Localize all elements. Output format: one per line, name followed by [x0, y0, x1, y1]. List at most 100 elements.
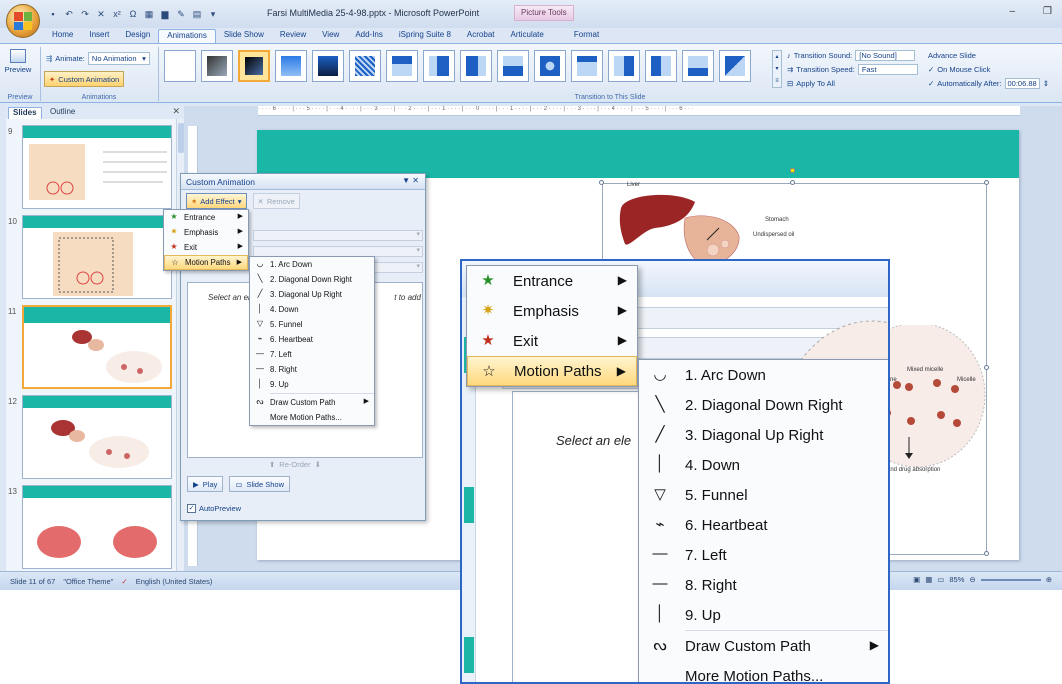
zoom-more-motion-paths[interactable]: More Motion Paths...	[639, 661, 888, 683]
zoom-slider[interactable]	[980, 578, 1041, 581]
transition-speed-select[interactable]: Fast	[857, 63, 918, 75]
zoom-motion-path-down[interactable]: │ 4. Down	[639, 450, 888, 480]
tab-format[interactable]: Format	[566, 29, 607, 43]
add-effect-button[interactable]: ✶ Add Effect ▾	[186, 193, 247, 209]
undo-icon[interactable]: ↶	[62, 7, 76, 21]
normal-view-icon[interactable]: ▣	[913, 575, 920, 584]
tab-review[interactable]: Review	[272, 29, 314, 43]
transition-none[interactable]	[164, 50, 196, 82]
customize-qat-icon[interactable]: ▾	[206, 7, 220, 21]
zoom-motion-path-right[interactable]: — 8. Right	[639, 570, 888, 600]
slides-icon[interactable]: ▤	[190, 7, 204, 21]
resize-handle[interactable]	[599, 180, 604, 185]
preview-button[interactable]: Preview	[4, 48, 32, 86]
transition-wipe-up[interactable]	[497, 50, 529, 82]
title-handle[interactable]	[790, 168, 795, 173]
transition-push-up[interactable]	[682, 50, 714, 82]
move-down-icon[interactable]: ⬇	[315, 460, 321, 469]
format-icon[interactable]: ✎	[174, 7, 188, 21]
superscript-icon[interactable]: x²	[110, 7, 124, 21]
tab-add-ins[interactable]: Add-Ins	[347, 29, 391, 43]
transition-sound-select[interactable]: [No Sound]	[855, 49, 916, 61]
motion-path-diagonal-up-right[interactable]: ╱ 3. Diagonal Up Right	[250, 287, 374, 302]
transition-push-right[interactable]	[645, 50, 677, 82]
resize-handle[interactable]	[984, 551, 989, 556]
zoom-motion-path-heartbeat[interactable]: ⌁ 6. Heartbeat	[639, 510, 888, 540]
save-icon[interactable]: ▪	[46, 7, 60, 21]
minimize-icon[interactable]: –	[1009, 6, 1015, 17]
motion-path-down[interactable]: │ 4. Down	[250, 302, 374, 317]
autopreview-option[interactable]: ✓ AutoPreview	[187, 504, 241, 513]
slide-thumbnail-selected[interactable]	[22, 305, 172, 389]
motion-path-funnel[interactable]: ▽ 5. Funnel	[250, 317, 374, 332]
close-icon[interactable]: ✕	[412, 176, 419, 185]
slideshow-view-icon[interactable]: ▭	[937, 575, 944, 584]
close-small-icon[interactable]: ✕	[94, 7, 108, 21]
language[interactable]: English (United States)	[136, 577, 213, 586]
spellcheck-icon[interactable]: ✓	[121, 577, 127, 586]
transition-fade-black[interactable]	[238, 50, 270, 82]
tab-animations[interactable]: Animations	[158, 29, 216, 43]
spinner-icon[interactable]: ⇕	[1043, 79, 1049, 88]
tab-slides[interactable]: Slides	[8, 107, 42, 119]
custom-animation-button[interactable]: ✦ Custom Animation	[44, 71, 125, 87]
zoom-in-icon[interactable]: ⊕	[1046, 575, 1052, 584]
zoom-motion-path-up[interactable]: │ 9. Up	[639, 600, 888, 630]
motion-path-diagonal-down-right[interactable]: ╲ 2. Diagonal Down Right	[250, 272, 374, 287]
zoom-menu-item-emphasis[interactable]: ✷ Emphasis ▶	[467, 296, 637, 326]
transition-split[interactable]	[534, 50, 566, 82]
zoom-motion-path-arc-down[interactable]: ◡ 1. Arc Down	[639, 360, 888, 390]
zoom-motion-path-left[interactable]: — 7. Left	[639, 540, 888, 570]
transition-dissolve[interactable]	[349, 50, 381, 82]
gallery-scroll[interactable]: ▴ ▾ ≡	[772, 50, 782, 88]
tab-outline[interactable]: Outline	[46, 107, 79, 119]
pane-menu-icon[interactable]: ▼	[402, 176, 410, 185]
zoom-menu-item-entrance[interactable]: ★ Entrance ▶	[467, 266, 637, 296]
zoom-level[interactable]: 85%	[949, 575, 964, 584]
tab-articulate[interactable]: Articulate	[503, 29, 552, 43]
on-mouse-click-option[interactable]: ✓ On Mouse Click	[928, 62, 1049, 76]
tab-ispring[interactable]: iSpring Suite 8	[391, 29, 459, 43]
zoom-out-icon[interactable]: ⊖	[969, 575, 975, 584]
transition-cut-black[interactable]	[312, 50, 344, 82]
zoom-motion-path-diagonal-down-right[interactable]: ╲ 2. Diagonal Down Right	[639, 390, 888, 420]
play-button[interactable]: ▶ Play	[187, 476, 224, 492]
slide-thumbnail[interactable]	[22, 215, 172, 299]
color-icon[interactable]: ▆	[158, 7, 172, 21]
tab-home[interactable]: Home	[44, 29, 81, 43]
zoom-motion-path-diagonal-up-right[interactable]: ╱ 3. Diagonal Up Right	[639, 420, 888, 450]
slide-thumbnail[interactable]	[22, 395, 172, 479]
transition-push-left[interactable]	[608, 50, 640, 82]
tab-insert[interactable]: Insert	[81, 29, 117, 43]
transition-wipe-down[interactable]	[386, 50, 418, 82]
autopreview-checkbox[interactable]: ✓	[187, 504, 196, 513]
animate-select[interactable]: No Animation ▾	[87, 52, 150, 65]
resize-handle[interactable]	[790, 180, 795, 185]
apply-to-all-button[interactable]: ⊟ Apply To All	[787, 76, 918, 90]
transition-push-down[interactable]	[571, 50, 603, 82]
move-up-icon[interactable]: ⬆	[269, 460, 275, 469]
slide-thumbnail[interactable]	[22, 485, 172, 569]
motion-path-up[interactable]: │ 9. Up	[250, 377, 374, 392]
redo-icon[interactable]: ↷	[78, 7, 92, 21]
more-motion-paths[interactable]: More Motion Paths...	[250, 410, 374, 425]
zoom-draw-custom-path[interactable]: ᔓ Draw Custom Path ▶	[639, 631, 888, 661]
layout-icon[interactable]: ▦	[142, 7, 156, 21]
slide-show-button[interactable]: ▭ Slide Show	[229, 476, 290, 492]
motion-path-heartbeat[interactable]: ⌁ 6. Heartbeat	[250, 332, 374, 347]
transition-wipe-left[interactable]	[423, 50, 455, 82]
maximize-icon[interactable]: ❐	[1043, 6, 1052, 17]
resize-handle[interactable]	[984, 180, 989, 185]
transition-fade-smooth[interactable]	[201, 50, 233, 82]
auto-after-option[interactable]: ✓ Automatically After: 00:06.88 ⇕	[928, 76, 1049, 90]
close-icon[interactable]: ✕	[172, 106, 180, 117]
motion-path-left[interactable]: — 7. Left	[250, 347, 374, 362]
tab-slide-show[interactable]: Slide Show	[216, 29, 272, 43]
auto-after-input[interactable]: 00:06.88	[1004, 77, 1040, 89]
motion-path-arc-down[interactable]: ◡ 1. Arc Down	[250, 257, 374, 272]
office-button[interactable]	[6, 4, 40, 38]
zoom-menu-item-exit[interactable]: ★ Exit ▶	[467, 326, 637, 356]
menu-item-exit[interactable]: ★ Exit ▶	[164, 240, 248, 255]
start-select[interactable]	[253, 230, 423, 241]
transition-cut[interactable]	[275, 50, 307, 82]
